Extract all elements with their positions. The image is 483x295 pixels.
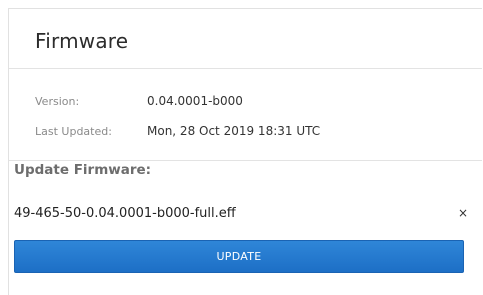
page-title: Firmware: [35, 29, 129, 53]
version-value: 0.04.0001-b000: [147, 94, 243, 108]
version-label: Version:: [35, 95, 80, 108]
update-firmware-heading: Update Firmware:: [14, 162, 152, 178]
firmware-info: Version: 0.04.0001-b000 Last Updated: Mo…: [9, 69, 482, 161]
last-updated-label: Last Updated:: [35, 125, 112, 138]
panel-header: Firmware: [9, 9, 482, 69]
update-button[interactable]: UPDATE: [14, 240, 464, 273]
remove-file-icon[interactable]: ×: [458, 206, 468, 220]
last-updated-value: Mon, 28 Oct 2019 18:31 UTC: [147, 124, 321, 138]
selected-file-name: 49-465-50-0.04.0001-b000-full.eff: [14, 206, 236, 221]
